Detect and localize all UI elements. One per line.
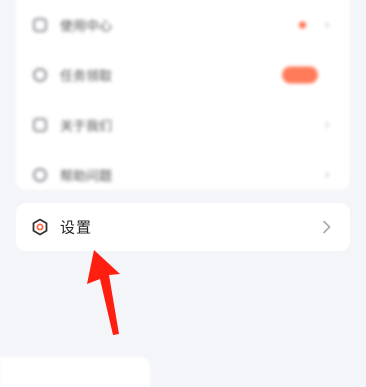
help-icon	[33, 168, 47, 182]
menu-item-label: 帮助问题	[60, 169, 113, 185]
menu-item-label: 任务领取	[60, 69, 113, 85]
menu-item-0[interactable]: 使用中心 ›	[16, 0, 350, 50]
menu-item-2[interactable]: 关于我们 ›	[16, 100, 350, 150]
info-icon	[33, 118, 47, 132]
chevron-right-icon: ›	[324, 167, 330, 183]
menu-item-label: 关于我们	[60, 119, 113, 135]
menu-item-1[interactable]: 任务领取	[16, 50, 350, 100]
settings-row[interactable]: 设置	[16, 203, 350, 251]
status-pill	[282, 66, 318, 84]
menu-item-label: 使用中心	[60, 19, 113, 35]
grid-icon	[33, 18, 47, 32]
settings-label: 设置	[60, 218, 93, 237]
hexagon-gear-icon	[32, 218, 48, 236]
chevron-right-icon	[323, 220, 331, 234]
red-arrow-annotation	[87, 250, 120, 335]
gift-icon	[33, 68, 47, 82]
menu-card: 使用中心 › 任务领取 关于我们 › 帮助问题 ›	[16, 0, 350, 190]
bottom-card	[0, 357, 150, 387]
chevron-right-icon: ›	[324, 117, 330, 133]
notification-dot	[299, 21, 306, 29]
chevron-right-icon: ›	[324, 17, 330, 33]
menu-item-3[interactable]: 帮助问题 ›	[16, 150, 350, 200]
